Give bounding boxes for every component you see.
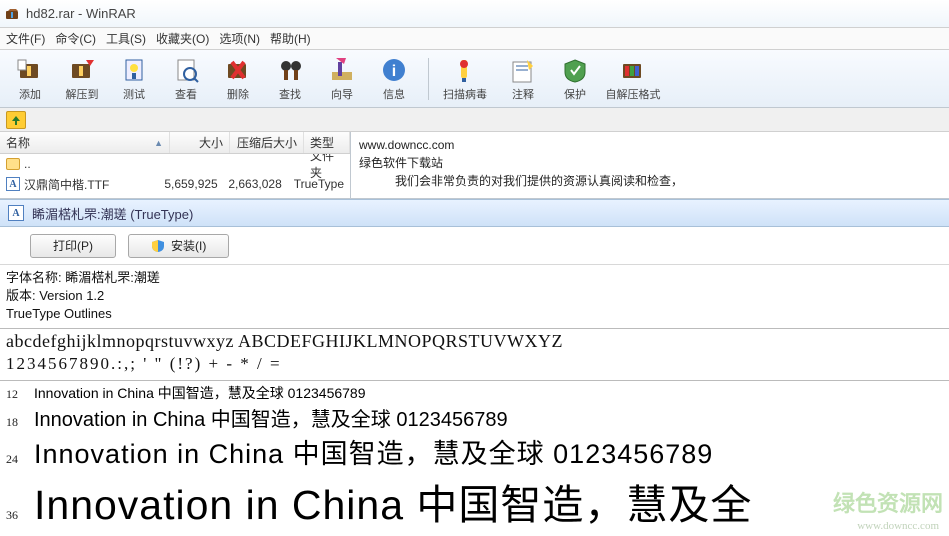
find-button[interactable]: 查找 xyxy=(266,53,314,105)
comment-tag: 绿色软件下载站 xyxy=(359,154,941,172)
sort-asc-icon: ▲ xyxy=(154,138,163,148)
path-bar xyxy=(0,108,949,132)
column-headers: 名称▲ 大小 压缩后大小 类型 xyxy=(0,132,350,154)
install-button[interactable]: 安装(I) xyxy=(128,234,229,258)
table-row[interactable]: A汉鼎简中楷.TTF 5,659,925 2,663,028 TrueType xyxy=(0,174,350,194)
window-titlebar: hd82.rar - WinRAR xyxy=(0,0,949,28)
font-window-toolbar: 打印(P) 安装(I) xyxy=(0,227,949,265)
up-folder-icon[interactable] xyxy=(6,111,26,129)
toolbar: 添加 解压到 测试 查看 删除 查找 向导 i信息 扫描病毒 注释 保护 自解压… xyxy=(0,50,949,108)
comment-note: 我们会非常负责的对我们提供的资源认真阅读和检查， xyxy=(359,172,941,190)
shield-icon xyxy=(151,239,165,253)
menu-help[interactable]: 帮助(H) xyxy=(270,30,311,47)
print-button[interactable]: 打印(P) xyxy=(30,234,116,258)
font-window-title: 睎湄楛札罘:潮瑳 (TrueType) xyxy=(32,204,193,223)
winrar-icon xyxy=(4,6,20,22)
sample-12: 12Innovation in China 中国智造，慧及全球 01234567… xyxy=(0,383,949,403)
font-window-titlebar: A 睎湄楛札罘:潮瑳 (TrueType) xyxy=(0,199,949,227)
alphabet-sample: abcdefghijklmnopqrstuvwxyz ABCDEFGHIJKLM… xyxy=(0,331,949,355)
menu-fav[interactable]: 收藏夹(O) xyxy=(156,30,209,47)
font-version: 版本: Version 1.2 xyxy=(6,287,943,305)
menu-file[interactable]: 文件(F) xyxy=(6,30,45,47)
comment-url: www.downcc.com xyxy=(359,136,941,154)
menu-cmd[interactable]: 命令(C) xyxy=(55,30,96,47)
font-name-value: 睎湄楛札罘:潮瑳 xyxy=(65,270,160,285)
virus-button[interactable]: 扫描病毒 xyxy=(435,53,495,105)
sample-24: 24Innovation in China 中国智造，慧及全球 01234567… xyxy=(0,432,949,471)
protect-button[interactable]: 保护 xyxy=(551,53,599,105)
sfx-button[interactable]: 自解压格式 xyxy=(603,53,663,105)
menu-tools[interactable]: 工具(S) xyxy=(106,30,146,47)
col-csize[interactable]: 压缩后大小 xyxy=(230,132,304,153)
table-row[interactable]: .. 文件夹 xyxy=(0,154,350,174)
font-name-label: 字体名称: xyxy=(6,270,62,285)
add-button[interactable]: 添加 xyxy=(6,53,54,105)
col-type[interactable]: 类型 xyxy=(304,132,350,153)
comment-button[interactable]: 注释 xyxy=(499,53,547,105)
col-name[interactable]: 名称▲ xyxy=(0,132,170,153)
sample-18: 18Innovation in China 中国智造，慧及全球 01234567… xyxy=(0,403,949,432)
menu-bar: 文件(F) 命令(C) 工具(S) 收藏夹(O) 选项(N) 帮助(H) xyxy=(0,28,949,50)
test-button[interactable]: 测试 xyxy=(110,53,158,105)
sample-36: 36Innovation in China 中国智造，慧及全 xyxy=(0,471,949,531)
font-info: 字体名称: 睎湄楛札罘:潮瑳 版本: Version 1.2 TrueType … xyxy=(0,265,949,326)
content-split: 名称▲ 大小 压缩后大小 类型 .. 文件夹 A汉鼎简中楷.TTF 5,659,… xyxy=(0,132,949,199)
extract-button[interactable]: 解压到 xyxy=(58,53,106,105)
file-list-pane: 名称▲ 大小 压缩后大小 类型 .. 文件夹 A汉鼎简中楷.TTF 5,659,… xyxy=(0,132,350,198)
window-title: hd82.rar - WinRAR xyxy=(26,6,136,21)
col-size[interactable]: 大小 xyxy=(170,132,230,153)
wizard-button[interactable]: 向导 xyxy=(318,53,366,105)
delete-button[interactable]: 删除 xyxy=(214,53,262,105)
info-button[interactable]: i信息 xyxy=(370,53,418,105)
ttf-file-icon: A xyxy=(6,177,20,191)
file-rows: .. 文件夹 A汉鼎简中楷.TTF 5,659,925 2,663,028 Tr… xyxy=(0,154,350,198)
menu-opts[interactable]: 选项(N) xyxy=(219,30,260,47)
comment-pane: www.downcc.com 绿色软件下载站 我们会非常负责的对我们提供的资源认… xyxy=(350,132,949,198)
svg-text:i: i xyxy=(392,63,396,80)
numbers-sample: 1234567890.:,; ' " (!?) + - * / = xyxy=(0,354,949,378)
font-window-icon: A xyxy=(8,205,24,221)
view-button[interactable]: 查看 xyxy=(162,53,210,105)
font-outlines: TrueType Outlines xyxy=(6,305,943,323)
folder-icon xyxy=(6,158,20,170)
